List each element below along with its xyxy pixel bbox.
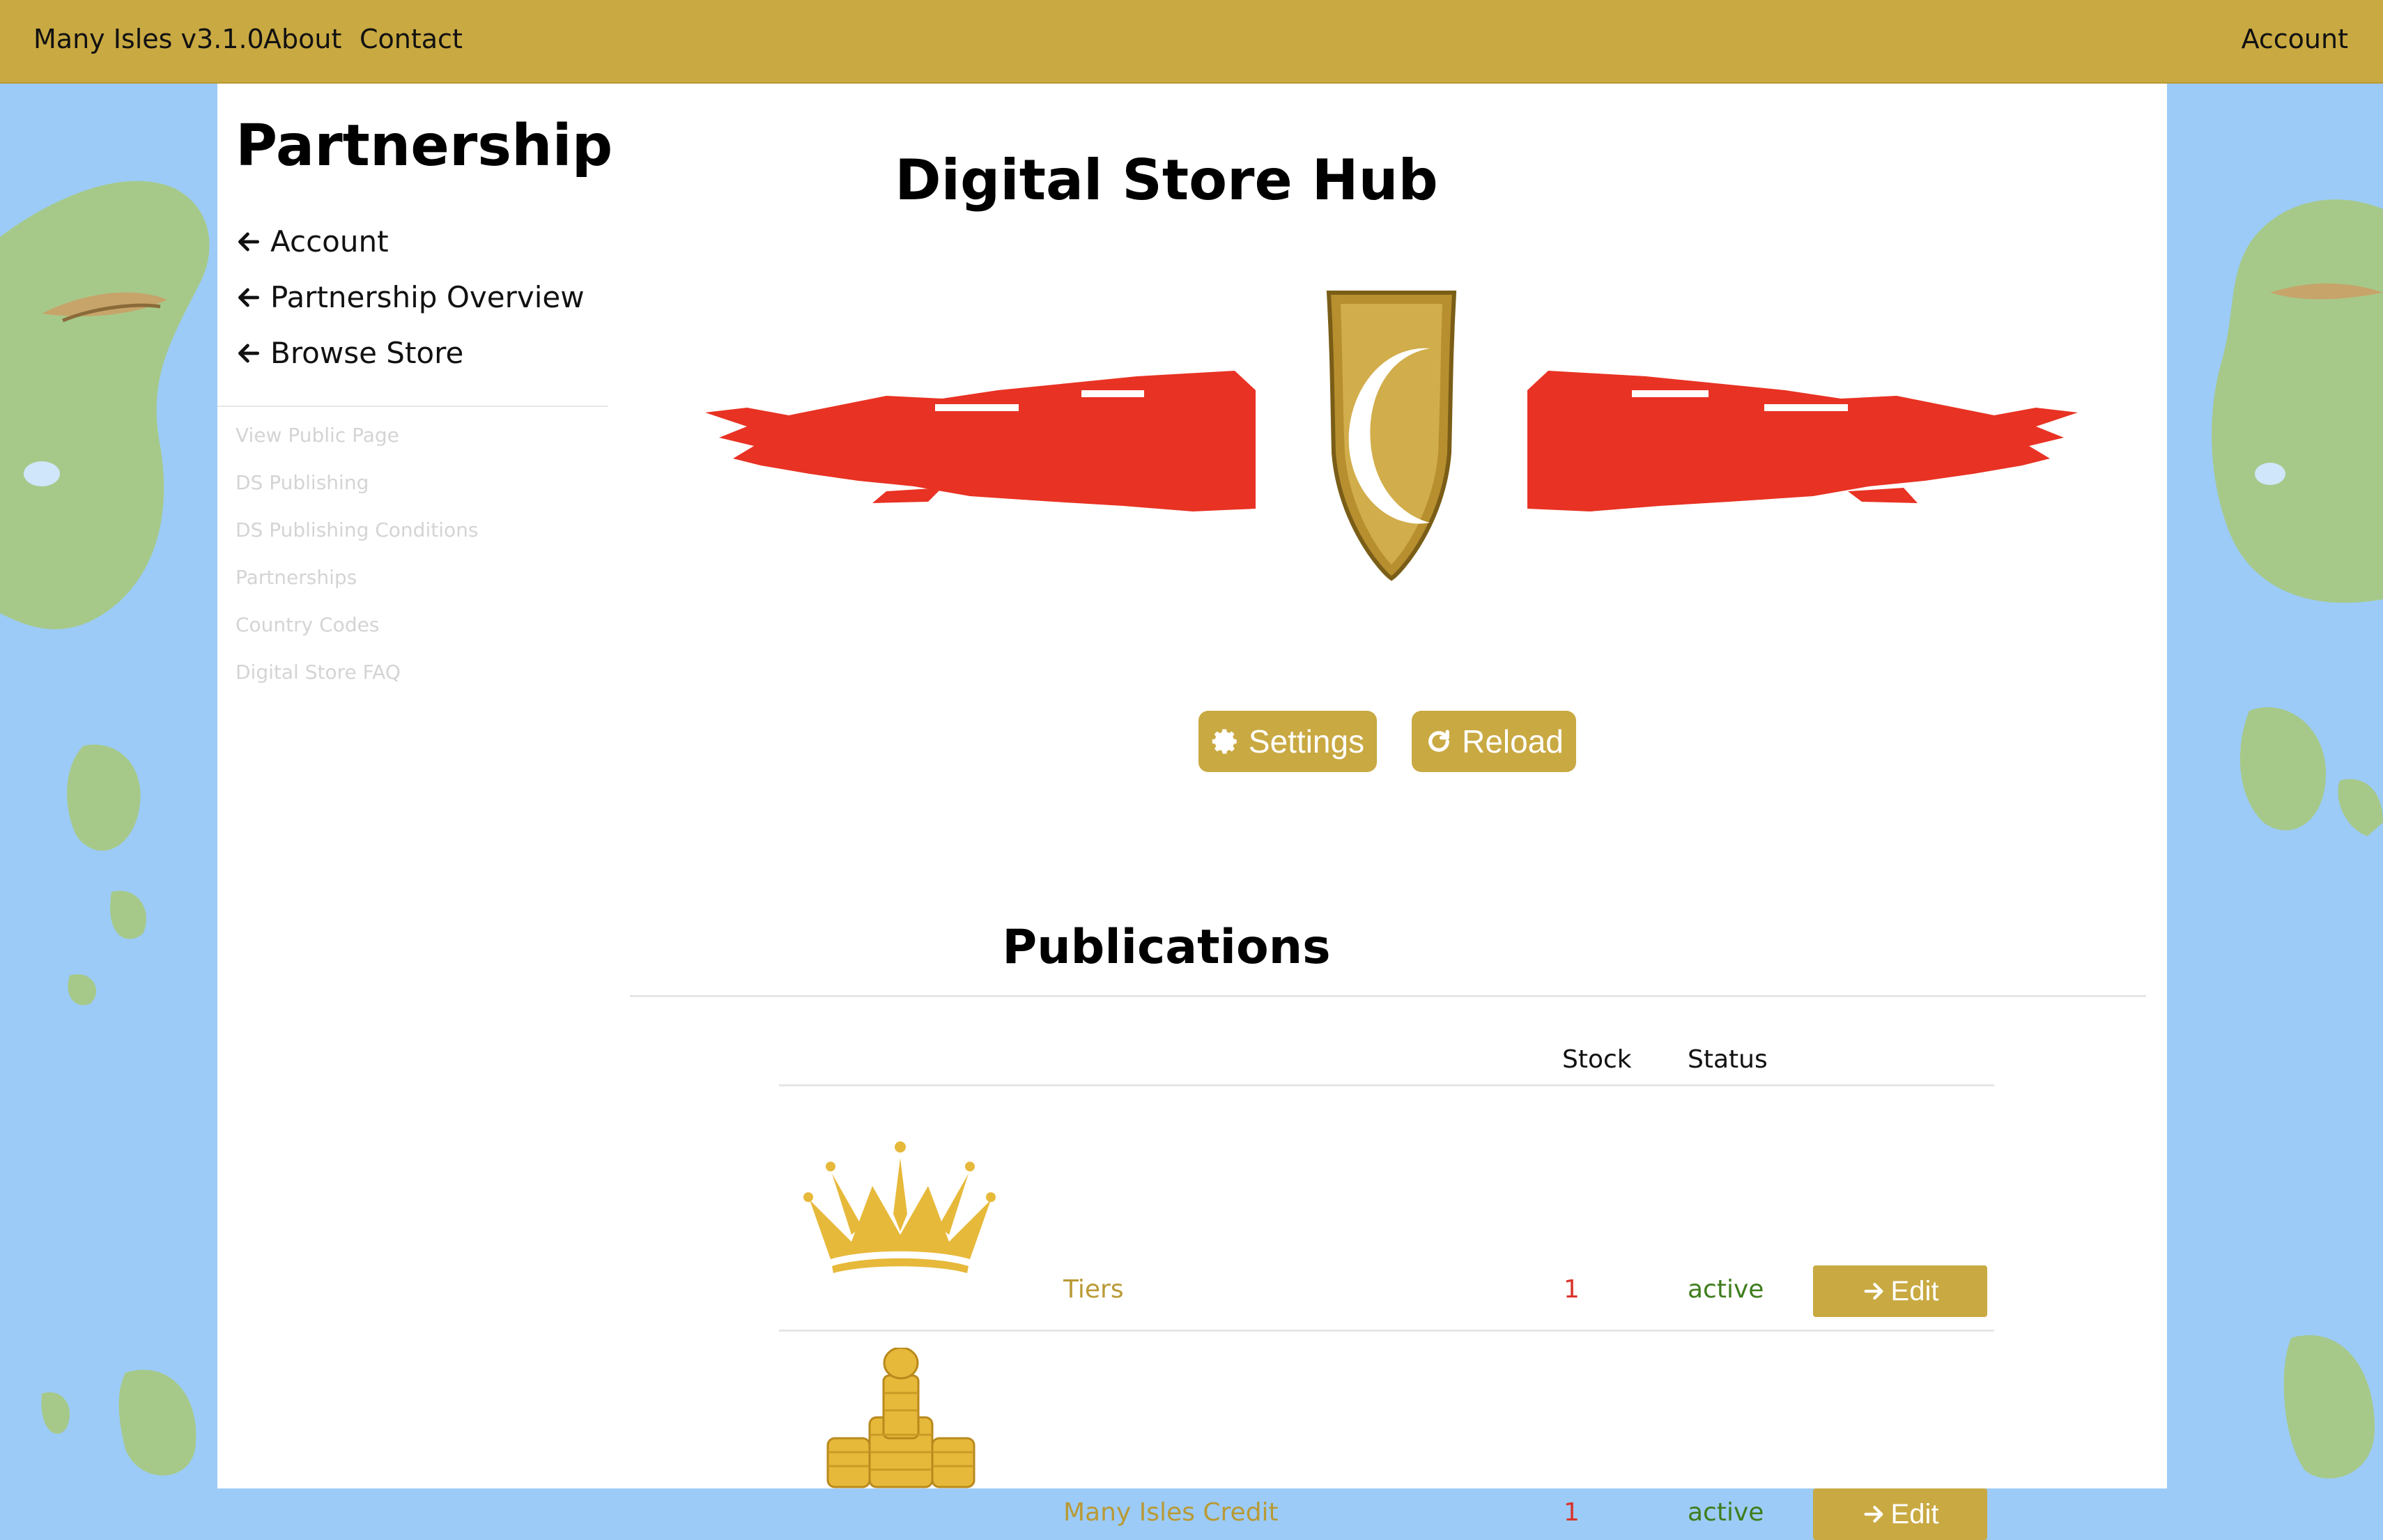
edit-button[interactable]: Edit [1813,1265,1987,1317]
sidebar-link-digital-store-faq[interactable]: Digital Store FAQ [236,661,401,684]
sidebar-title: Partnership [236,113,613,179]
about-link[interactable]: About [263,24,341,54]
sidebar-link-ds-publishing[interactable]: DS Publishing [236,471,369,494]
publication-name-link[interactable]: Tiers [1063,1275,1124,1304]
edit-label: Edit [1890,1498,1939,1530]
settings-button[interactable]: Settings [1198,711,1377,772]
table-header-divider [779,1084,1994,1086]
sidebar-link-country-codes[interactable]: Country Codes [236,613,379,636]
edit-button[interactable]: Edit [1813,1488,1987,1540]
map-background-left [0,84,217,1488]
reload-button[interactable]: Reload [1412,711,1576,772]
sidebar-link-browse-store[interactable]: Browse Store [236,336,463,370]
arrow-left-icon [238,232,260,251]
sidebar-link-view-public-page[interactable]: View Public Page [236,424,399,447]
edit-label: Edit [1890,1275,1939,1307]
sidebar-link-partnerships[interactable]: Partnerships [236,566,357,589]
top-nav-bar: Many Isles v3.1.0 About Contact Account [0,0,2383,84]
status-value: active [1688,1498,1764,1527]
sidebar-link-label: Account [270,224,389,259]
sidebar-link-label: Partnership Overview [270,280,585,314]
arrow-right-icon [1864,1282,1883,1300]
stock-value: 1 [1564,1275,1580,1304]
publications-divider [630,995,2146,997]
sidebar-link-ds-publishing-conditions[interactable]: DS Publishing Conditions [236,518,478,541]
arrow-right-icon [1864,1505,1883,1523]
status-value: active [1688,1275,1764,1304]
sidebar-link-label: Browse Store [270,336,464,370]
column-header-status: Status [1688,1045,1768,1074]
table-row-divider [779,1330,1994,1332]
stock-value: 1 [1564,1498,1580,1527]
store-emblem-icon [705,291,2078,581]
sidebar-divider [217,406,608,407]
coin-stack-icon [826,1348,975,1488]
settings-label: Settings [1248,723,1365,760]
contact-link[interactable]: Contact [360,24,463,54]
account-link[interactable]: Account [2242,24,2348,54]
map-background-right [2166,84,2383,1488]
content-panel: Partnership Account Partnership Overview… [217,84,2167,1540]
reload-label: Reload [1462,723,1564,760]
arrow-left-icon [238,344,260,362]
gear-icon [1212,729,1237,754]
arrow-left-icon [238,288,260,307]
crown-icon [803,1141,996,1273]
column-header-stock: Stock [1562,1045,1632,1074]
publication-name-link[interactable]: Many Isles Credit [1063,1498,1279,1527]
brand-link[interactable]: Many Isles v3.1.0 [33,24,264,54]
sidebar-link-partnership-overview[interactable]: Partnership Overview [236,280,585,314]
sidebar-link-account[interactable]: Account [236,224,389,259]
reload-icon [1428,730,1449,752]
